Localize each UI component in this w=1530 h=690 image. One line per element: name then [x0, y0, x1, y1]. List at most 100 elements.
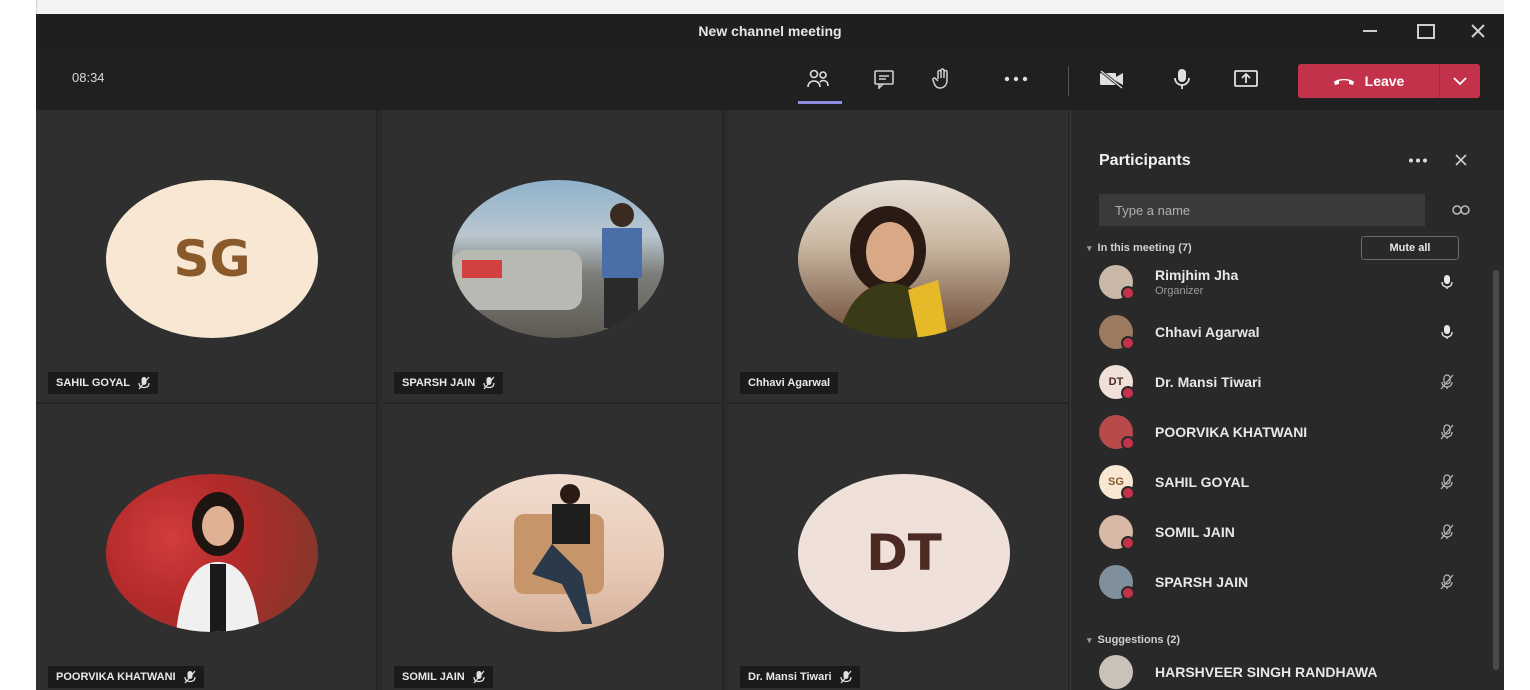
share-invite-button[interactable]: [1449, 198, 1473, 222]
participant-row[interactable]: Rimjhim Jha Organizer: [1099, 260, 1459, 304]
suggested-participant-row[interactable]: HARSHVEER SINGH RANDHAWA: [1099, 650, 1459, 690]
share-content-button[interactable]: [1228, 62, 1264, 96]
background-window-right: [1504, 0, 1530, 690]
participant-name: SOMIL JAIN: [1155, 524, 1235, 540]
person-photo-icon: [452, 203, 642, 328]
participant-name: POORVIKA KHATWANI: [56, 671, 176, 683]
mic-off-icon: [183, 670, 196, 684]
participant-row[interactable]: SPARSH JAIN: [1099, 560, 1459, 604]
leave-options-button[interactable]: [1440, 64, 1480, 98]
minimize-button[interactable]: [1344, 14, 1396, 48]
camera-toggle-button[interactable]: [1094, 62, 1130, 96]
screen: New channel meeting 08:34 Leave SG SAHIL…: [0, 0, 1530, 690]
participant-nameplate: SOMIL JAIN: [394, 666, 493, 688]
participant-avatar: SG: [106, 180, 318, 338]
close-icon: [1455, 154, 1467, 166]
panel-close-button[interactable]: [1449, 148, 1473, 172]
mic-status: [1435, 570, 1459, 594]
video-tile[interactable]: SG SAHIL GOYAL: [36, 110, 378, 404]
participant-name: Dr. Mansi Tiwari: [1155, 374, 1262, 390]
person-photo-icon: [838, 206, 948, 338]
close-icon: [1471, 24, 1485, 38]
participant-name: HARSHVEER SINGH RANDHAWA: [1155, 664, 1378, 680]
camera-off-icon: [1100, 69, 1123, 89]
participant-name: SOMIL JAIN: [402, 671, 465, 683]
participant-avatar: DT: [798, 474, 1010, 632]
avatar: [1099, 315, 1135, 350]
toolbar-divider: [1068, 66, 1069, 96]
avatar-initials: DT: [866, 524, 942, 582]
video-tile[interactable]: SPARSH JAIN: [382, 110, 724, 404]
background-window-left: [0, 0, 37, 690]
in-meeting-label: In this meeting (7): [1097, 242, 1192, 254]
microphone-toggle-button[interactable]: [1164, 62, 1200, 96]
status-badge: [1121, 486, 1135, 500]
leave-button[interactable]: Leave: [1298, 64, 1439, 98]
person-photo-icon: [176, 492, 260, 632]
video-grid: SG SAHIL GOYAL SPARSH JAIN Chhavi Agarwa…: [36, 110, 1070, 690]
participant-row[interactable]: POORVIKA KHATWANI: [1099, 410, 1459, 454]
panel-scrollbar[interactable]: [1493, 270, 1499, 670]
raise-hand-icon: [932, 68, 948, 89]
mute-all-button[interactable]: Mute all: [1361, 236, 1459, 260]
participant-avatar-photo: [452, 180, 664, 338]
raise-hand-button[interactable]: [924, 62, 960, 96]
suggestions-section-header[interactable]: ▾ Suggestions (2): [1087, 634, 1180, 646]
video-tile[interactable]: Chhavi Agarwal: [728, 110, 1070, 404]
participant-name: Chhavi Agarwal: [1155, 324, 1260, 340]
participant-name: SPARSH JAIN: [1155, 574, 1249, 590]
avatar: [1099, 655, 1133, 689]
show-participants-button[interactable]: [798, 62, 842, 104]
participant-name: POORVIKA KHATWANI: [1155, 424, 1308, 440]
participant-avatar-photo: [452, 474, 664, 632]
status-badge: [1121, 386, 1135, 400]
mic-off-icon: [1440, 574, 1454, 590]
mic-off-icon: [1440, 374, 1454, 390]
panel-more-button[interactable]: [1403, 148, 1433, 172]
window-title: New channel meeting: [698, 23, 842, 39]
close-window-button[interactable]: [1452, 14, 1504, 48]
more-options-icon: [1004, 76, 1028, 82]
chevron-down-icon: [1453, 77, 1467, 85]
maximize-button[interactable]: [1400, 14, 1452, 48]
participant-name: Chhavi Agarwal: [748, 377, 831, 389]
participant-nameplate: Chhavi Agarwal: [740, 372, 839, 394]
chevron-down-icon: ▾: [1087, 634, 1092, 645]
participant-row[interactable]: Chhavi Agarwal: [1099, 310, 1459, 354]
participant-row[interactable]: SOMIL JAIN: [1099, 510, 1459, 554]
avatar: [1099, 515, 1135, 550]
phone-hangup-icon: [1333, 79, 1354, 85]
mic-status: [1435, 320, 1459, 344]
participants-icon: [807, 69, 829, 88]
participant-name: SPARSH JAIN: [402, 377, 476, 389]
participant-nameplate: Dr. Mansi Tiwari: [740, 666, 860, 688]
participant-row[interactable]: DT Dr. Mansi Tiwari: [1099, 360, 1459, 404]
status-badge: [1121, 536, 1135, 550]
participant-avatar-photo: [798, 180, 1010, 338]
maximize-icon: [1417, 23, 1435, 39]
avatar: [1099, 565, 1135, 600]
participants-panel: Participants ▾ In this meeting (7) Mute …: [1070, 110, 1504, 690]
in-meeting-section-header[interactable]: ▾ In this meeting (7): [1087, 242, 1192, 254]
microphone-icon: [1441, 275, 1453, 289]
status-badge: [1121, 286, 1135, 300]
mic-status: [1435, 520, 1459, 544]
avatar: SG: [1099, 465, 1135, 500]
participant-search-input[interactable]: [1099, 194, 1425, 226]
avatar: [1099, 415, 1135, 450]
teams-meeting-window: New channel meeting 08:34 Leave SG SAHIL…: [36, 14, 1504, 690]
show-conversation-button[interactable]: [866, 62, 902, 96]
mic-off-icon: [138, 376, 150, 390]
video-tile[interactable]: POORVIKA KHATWANI: [36, 404, 378, 690]
title-bar: New channel meeting: [36, 14, 1504, 48]
more-actions-button[interactable]: [998, 62, 1034, 96]
person-photo-icon: [514, 484, 604, 624]
leave-control: Leave: [1298, 64, 1480, 98]
video-tile[interactable]: SOMIL JAIN: [382, 404, 724, 690]
participant-row[interactable]: SG SAHIL GOYAL: [1099, 460, 1459, 504]
microphone-icon: [1174, 69, 1190, 89]
video-tile[interactable]: DT Dr. Mansi Tiwari: [728, 404, 1070, 690]
mic-off-icon: [1440, 474, 1454, 490]
share-link-icon: [1452, 205, 1470, 215]
leave-label: Leave: [1364, 73, 1405, 89]
